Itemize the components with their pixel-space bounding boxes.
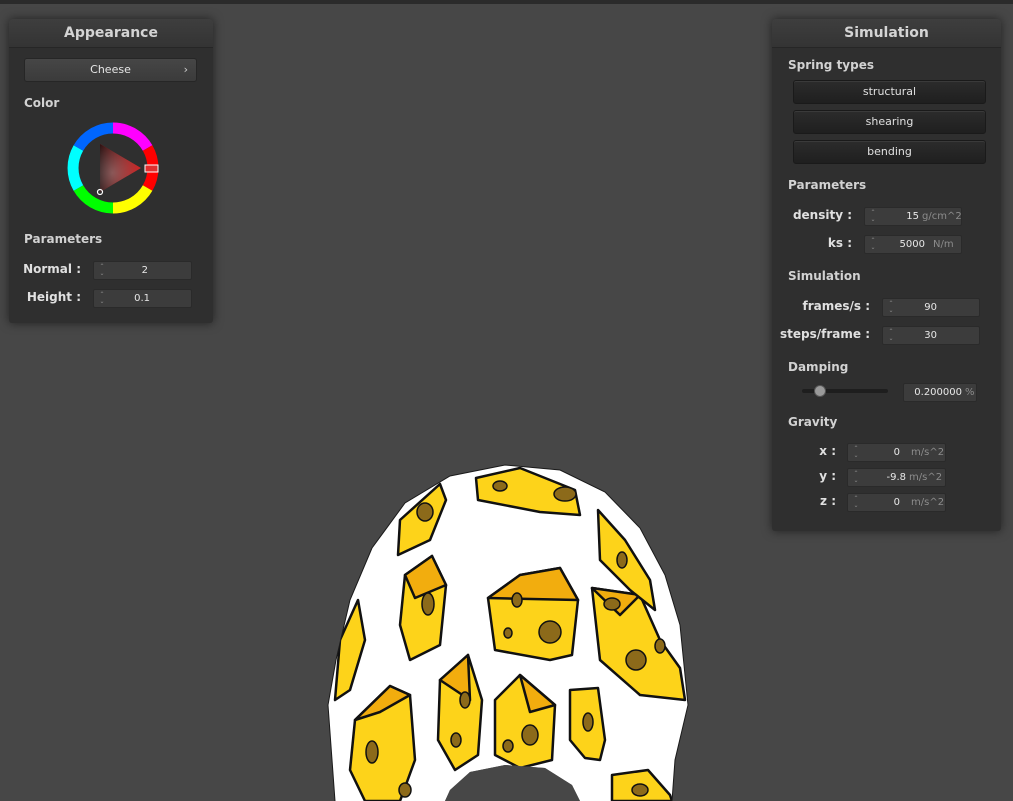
texture-select[interactable]: Cheese › (24, 58, 197, 82)
gravity-x-unit: m/s^2 (911, 447, 945, 458)
simulation-panel-title: Simulation (772, 19, 1001, 48)
ks-unit: N/m (933, 239, 954, 250)
gravity-z-input[interactable]: ⌃ ⌄ 0 m/s^2 (847, 493, 946, 512)
spring-types-label: Spring types (788, 58, 875, 72)
hue-handle (144, 164, 159, 173)
appearance-parameters-label: Parameters (24, 232, 103, 246)
gravity-z-value: 0 (893, 497, 900, 508)
ks-input[interactable]: ⌃ ⌄ 5000 N/m (864, 235, 962, 254)
gravity-y-unit: m/s^2 (909, 472, 943, 483)
ks-value: 5000 (899, 239, 925, 250)
gravity-x-label: x : (819, 444, 836, 458)
height-input[interactable]: ⌃ ⌄ 0.1 (93, 289, 192, 308)
normal-value: 2 (141, 265, 148, 276)
gravity-x-value: 0 (893, 447, 900, 458)
sim-parameters-label: Parameters (788, 178, 867, 192)
fps-value: 90 (924, 302, 937, 313)
simulation-panel: Simulation Spring types structural shear… (772, 19, 1001, 531)
ks-label: ks : (827, 236, 852, 250)
gravity-y-input[interactable]: ⌃ ⌄ -9.8 m/s^2 (847, 468, 946, 487)
steps-label: steps/frame : (780, 327, 870, 341)
damping-label: Damping (788, 360, 849, 374)
density-input[interactable]: ⌃ ⌄ 15 g/cm^2 (864, 207, 962, 226)
fps-input[interactable]: ⌃ ⌄ 90 (882, 298, 980, 317)
damping-input[interactable]: 0.200000 % (903, 383, 977, 402)
gravity-z-unit: m/s^2 (911, 497, 945, 508)
height-value: 0.1 (134, 293, 150, 304)
chevron-right-icon: › (183, 63, 188, 76)
steps-value: 30 (924, 330, 937, 341)
normal-label: Normal : (23, 262, 81, 276)
appearance-panel: Appearance Cheese › Color Parameters Nor… (9, 19, 213, 323)
steps-input[interactable]: ⌃ ⌄ 30 (882, 326, 980, 345)
structural-button[interactable]: structural (793, 80, 986, 104)
gravity-x-input[interactable]: ⌃ ⌄ 0 m/s^2 (847, 443, 946, 462)
gravity-z-label: z : (820, 494, 836, 508)
shearing-button[interactable]: shearing (793, 110, 986, 134)
density-label: density : (792, 208, 852, 222)
gravity-y-label: y : (819, 469, 836, 483)
gravity-label: Gravity (788, 415, 838, 429)
simulation-section-label: Simulation (788, 269, 861, 283)
texture-select-value: Cheese (90, 63, 131, 76)
gravity-y-value: -9.8 (886, 472, 906, 483)
density-unit: g/cm^2 (922, 211, 962, 222)
color-wheel-picker[interactable] (67, 122, 159, 214)
damping-value: 0.200000 (914, 387, 962, 398)
bending-button[interactable]: bending (793, 140, 986, 164)
height-label: Height : (26, 290, 81, 304)
damping-slider-knob[interactable] (814, 385, 827, 397)
appearance-panel-title: Appearance (9, 19, 213, 48)
damping-unit: % (965, 387, 975, 398)
fps-label: frames/s : (802, 299, 870, 313)
density-value: 15 (906, 211, 919, 222)
color-label: Color (24, 96, 60, 110)
normal-input[interactable]: ⌃ ⌄ 2 (93, 261, 192, 280)
